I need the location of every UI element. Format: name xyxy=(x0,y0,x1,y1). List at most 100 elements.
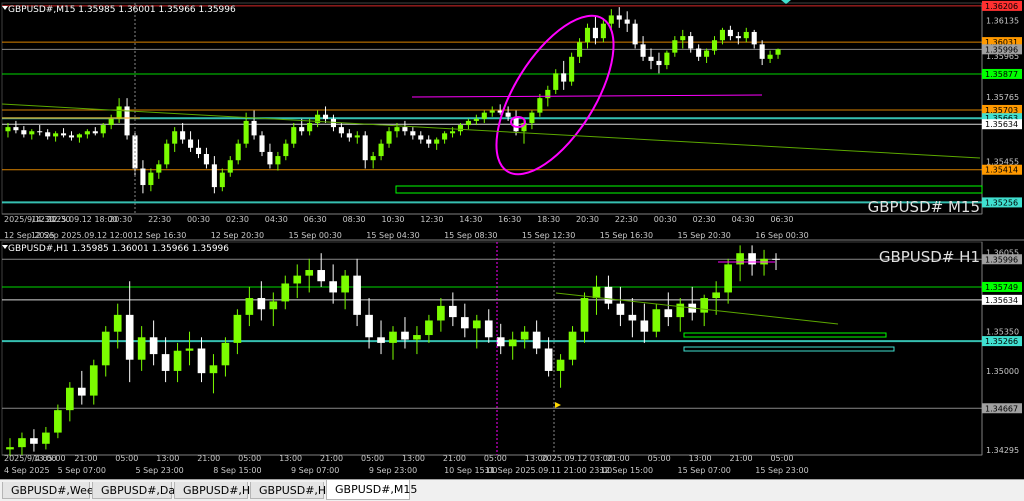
m15-candle-body xyxy=(338,127,344,134)
m15-time-label-top: 16:30 xyxy=(498,215,521,224)
h1-price-level-label: 1.35634 xyxy=(985,296,1018,305)
tab-h4[interactable]: GBPUSD#,H4 xyxy=(174,482,257,499)
m15-candle-body xyxy=(704,50,710,57)
m15-candle-body xyxy=(259,135,265,152)
m15-candle-body xyxy=(672,40,678,53)
m15-candle-body xyxy=(600,23,606,39)
m15-candle-body xyxy=(164,143,170,165)
h1-candle-body xyxy=(449,305,457,318)
m15-candle-body xyxy=(735,36,741,39)
m15-time-label-top: 20:30 xyxy=(109,215,132,224)
m15-price-tick-label: 1.36135 xyxy=(986,17,1019,26)
m15-time-label-top: 06:30 xyxy=(770,215,793,224)
h1-candle-body xyxy=(532,331,541,349)
h1-candle-body xyxy=(401,331,409,340)
h1-candle-body xyxy=(616,303,625,315)
m15-candle-body xyxy=(330,118,336,128)
m15-candle-body xyxy=(584,27,591,43)
h1-candle-body xyxy=(472,320,481,329)
h1-candle-body xyxy=(556,359,565,371)
m15-time-label-top: 02:30 xyxy=(226,215,249,224)
h1-candle-body xyxy=(604,286,613,304)
m15-time-label-top: 20:30 xyxy=(576,215,599,224)
h1-candle-body xyxy=(413,335,421,340)
h1-time-label-bottom: 5 Sep 23:00 xyxy=(135,466,183,475)
m15-candle-body xyxy=(648,56,654,61)
m15-candle-body xyxy=(76,134,82,138)
m15-price-level-label: 1.35256 xyxy=(985,198,1018,207)
h1-time-label-top: 05:00 xyxy=(361,454,384,463)
m15-candle-body xyxy=(29,131,35,135)
m15-time-label-top: 10:30 xyxy=(381,215,404,224)
m15-candle-body xyxy=(283,143,289,157)
tab-weekly[interactable]: GBPUSD#,Weekly xyxy=(2,482,110,499)
m15-time-label-bottom: 15 Sep 16:30 xyxy=(600,231,653,240)
h1-time-label-bottom: 11 Sep 2025.09.11 21:00 23:00 xyxy=(485,466,612,475)
m15-time-label-top: 22:30 xyxy=(148,215,171,224)
m15-candle-body xyxy=(211,164,217,188)
m15-candle-body xyxy=(632,23,638,45)
m15-time-label-bottom: 12 Sep 16:30 xyxy=(133,231,186,240)
h1-candle-body xyxy=(592,286,601,299)
m15-candle-body xyxy=(219,172,225,188)
h1-candle-body xyxy=(341,275,349,293)
tab-daily[interactable]: GBPUSD#,Daily xyxy=(92,482,188,499)
h1-candle-body xyxy=(748,253,756,265)
h1-candle-body xyxy=(113,314,122,332)
m15-candle-body xyxy=(577,42,583,57)
m15-candle-body xyxy=(624,19,630,24)
h1-candle-body xyxy=(652,309,661,332)
m15-candle-body xyxy=(37,131,43,133)
m15-candle-body xyxy=(275,156,281,165)
h1-time-label-top: 13:00 xyxy=(156,454,179,463)
m15-candle-body xyxy=(553,73,559,90)
m15-candle-body xyxy=(203,154,209,165)
m15-candle-body xyxy=(426,139,432,144)
h1-time-label-top: 13:00 xyxy=(402,454,425,463)
h1-candle-body xyxy=(460,317,469,329)
m15-candle-body xyxy=(362,135,368,161)
h1-candle-body xyxy=(42,432,50,444)
h1-time-label-top: 21:00 xyxy=(443,454,466,463)
m15-candle-body xyxy=(505,112,511,117)
m15-candle-body xyxy=(53,133,59,137)
h1-time-label-top: 21:00 xyxy=(197,454,220,463)
chart-canvas[interactable]: 1.362061.361351.359951.359651.357651.354… xyxy=(0,0,1024,479)
m15-candle-body xyxy=(545,89,551,99)
m15-time-label-bottom: 12 Sep 20:30 xyxy=(211,231,264,240)
m15-time-label-top: 2025.09.12 18:00 xyxy=(46,215,117,224)
h1-time-label-bottom: 8 Sep 15:00 xyxy=(213,466,261,475)
h1-time-label-bottom: 9 Sep 07:00 xyxy=(291,466,339,475)
m15-watermark: GBPUSD# M15 xyxy=(868,198,980,216)
h1-candle-body xyxy=(329,281,337,293)
m15-candle-body xyxy=(386,131,392,144)
h1-header: GBPUSD#,H1 1.35985 1.36001 1.35966 1.359… xyxy=(8,244,229,254)
m15-price-level-label: 1.36206 xyxy=(985,2,1018,11)
h1-candle-body xyxy=(389,331,397,343)
m15-candle-body xyxy=(251,120,257,136)
m15-candle-body xyxy=(513,116,519,132)
h1-candle-body xyxy=(18,438,26,448)
m15-candle-body xyxy=(84,131,90,135)
m15-time-label-bottom: 15 Sep 08:30 xyxy=(444,231,497,240)
m15-time-label-top: 18:30 xyxy=(537,215,560,224)
m15-candle-body xyxy=(775,49,781,55)
tab-m15[interactable]: GBPUSD#,M15 xyxy=(326,480,417,500)
m15-time-label-top: 12:30 xyxy=(420,215,443,224)
m15-candle-body xyxy=(537,98,543,113)
h1-candle-body xyxy=(269,301,278,310)
m15-candle-body xyxy=(92,131,98,134)
m15-candle-body xyxy=(719,29,725,41)
m15-candle-body xyxy=(727,29,733,37)
h1-price-level-label: 1.35996 xyxy=(985,255,1018,264)
m15-candle-body xyxy=(616,15,622,20)
h1-watermark: GBPUSD# H1 xyxy=(879,248,980,266)
m15-time-label-top: 02:30 xyxy=(693,215,716,224)
h1-candle-body xyxy=(257,298,266,310)
h1-price-level-label: 1.35749 xyxy=(985,283,1018,292)
chart-tab-bar: GBPUSD#,Weekly GBPUSD#,Daily GBPUSD#,H4 … xyxy=(0,479,1024,501)
m15-candle-body xyxy=(743,31,749,39)
h1-candle-body xyxy=(640,320,649,332)
m15-time-label-top: 22:30 xyxy=(615,215,638,224)
tab-h1[interactable]: GBPUSD#,H1 xyxy=(250,482,333,499)
